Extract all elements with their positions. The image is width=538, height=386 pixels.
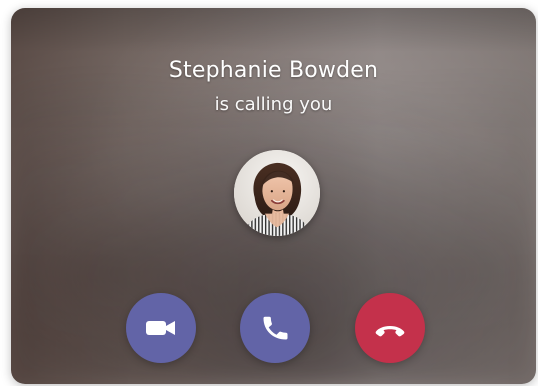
avatar-portrait-image (234, 150, 320, 236)
caller-name: Stephanie Bowden (168, 58, 379, 83)
top-shade (11, 8, 536, 52)
caller-avatar (234, 150, 320, 236)
accept-video-button[interactable]: video-camera-icon (126, 293, 196, 363)
phone-hangup-icon (375, 326, 405, 337)
incoming-call-dialog: Stephanie Bowden is calling you (11, 8, 536, 384)
call-status-text: is calling you (214, 94, 333, 115)
phone-icon (263, 316, 288, 340)
accept-audio-button[interactable]: phone-icon (240, 293, 310, 363)
call-controls: video-camera-icon phone-icon phone-hangu… (11, 293, 536, 365)
video-camera-icon (146, 321, 175, 335)
decline-call-button[interactable]: phone-hangup-icon (355, 293, 425, 363)
